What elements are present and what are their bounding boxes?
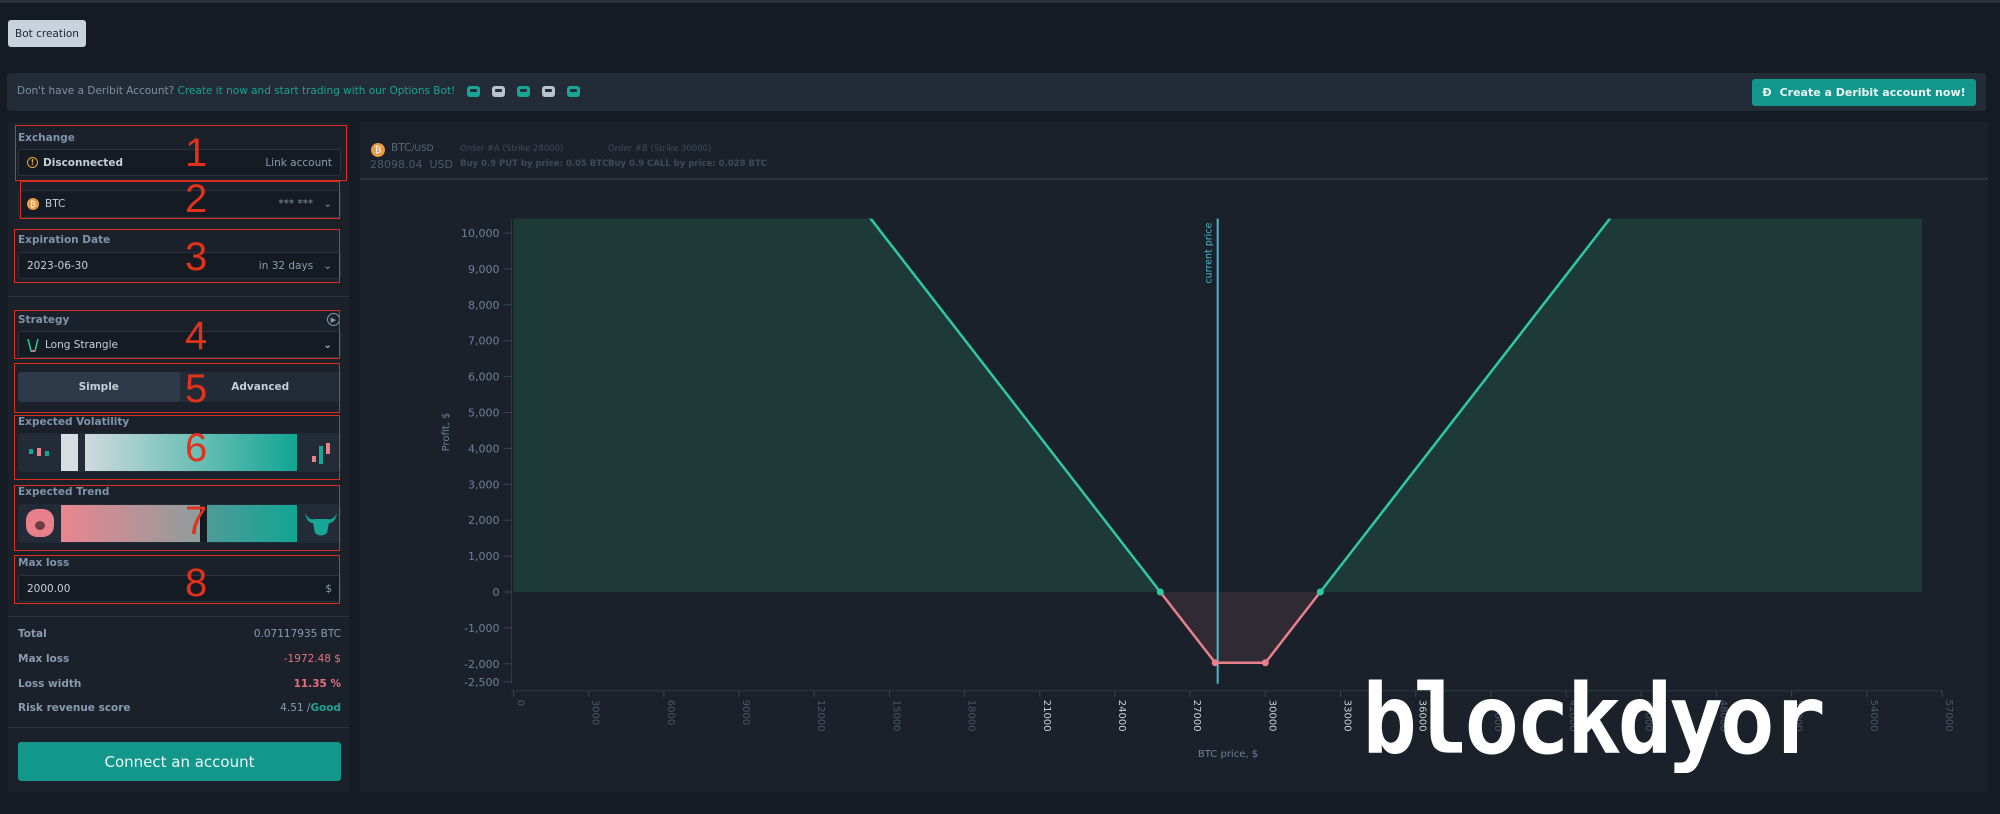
x-tick-label: 30000 — [1266, 700, 1277, 732]
x-tick-label: 57000 — [1943, 700, 1954, 732]
x-tick-label: 21000 — [1041, 700, 1052, 732]
y-tick-label: -2,500 — [464, 676, 499, 689]
x-tick-label: 12000 — [815, 700, 826, 732]
x-tick-label: 0 — [515, 700, 526, 706]
y-axis-title: Profit, $ — [441, 413, 452, 452]
profit-area — [513, 218, 1161, 592]
loss-area — [1160, 592, 1321, 663]
current-price-label: current price — [1204, 222, 1215, 283]
data-point — [1316, 588, 1324, 596]
data-point — [1261, 659, 1269, 667]
y-tick-label: 3,000 — [468, 478, 500, 491]
x-tick-label: 6000 — [665, 700, 676, 725]
y-tick-label: 6,000 — [468, 371, 500, 384]
x-tick-label: 3000 — [590, 700, 601, 725]
y-tick-label: 1,000 — [468, 550, 500, 563]
profit-area — [1320, 218, 1922, 592]
y-tick-label: 4,000 — [468, 442, 500, 455]
y-tick-label: -1,000 — [464, 622, 499, 635]
data-point — [1156, 588, 1164, 596]
x-tick-label: 9000 — [740, 700, 751, 725]
y-tick-label: 8,000 — [468, 299, 500, 312]
x-axis-title: BTC price, $ — [1198, 749, 1258, 760]
y-tick-label: 9,000 — [468, 263, 500, 276]
blockdyor-watermark-logo: blockdyor — [1362, 664, 1826, 776]
y-tick-label: 2,000 — [468, 514, 500, 527]
x-tick-label: 24000 — [1116, 700, 1127, 732]
x-tick-label: 54000 — [1868, 700, 1879, 732]
y-tick-label: 7,000 — [468, 335, 500, 348]
y-tick-label: -2,000 — [464, 658, 499, 671]
data-point — [1211, 659, 1219, 667]
x-tick-label: 27000 — [1191, 700, 1202, 732]
y-tick-label: 5,000 — [468, 407, 500, 420]
x-tick-label: 33000 — [1342, 700, 1353, 732]
x-tick-label: 15000 — [890, 700, 901, 732]
x-tick-label: 18000 — [966, 700, 977, 732]
y-tick-label: 10,000 — [461, 227, 500, 240]
y-tick-label: 0 — [493, 586, 500, 599]
